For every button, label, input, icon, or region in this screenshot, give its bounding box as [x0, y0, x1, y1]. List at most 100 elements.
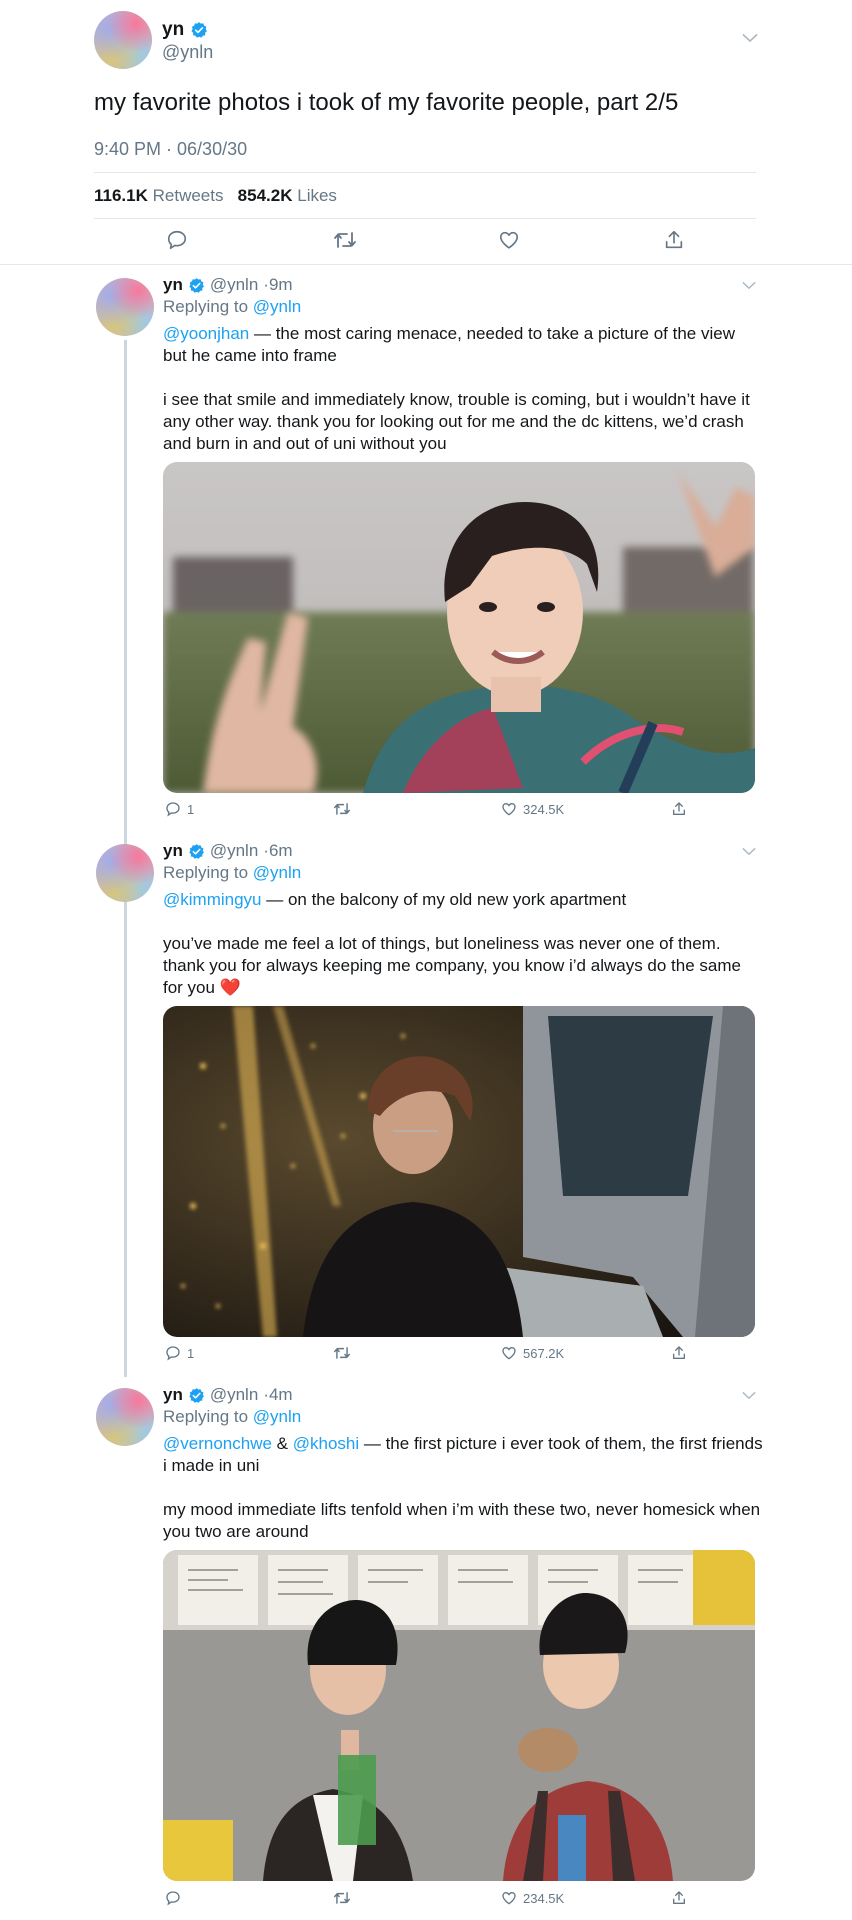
photo-balcony-night-city	[163, 1006, 755, 1337]
share-icon	[673, 1346, 685, 1359]
verified-badge-icon	[191, 22, 208, 38]
reply-action[interactable]	[165, 1890, 181, 1906]
relative-time[interactable]: ·6m	[263, 841, 292, 861]
replying-to: Replying to @ynln	[163, 863, 301, 883]
verified-badge-icon	[189, 843, 204, 859]
retweet-icon[interactable]	[333, 229, 357, 251]
like-count: 567.2K	[523, 1345, 565, 1361]
tweet-photo[interactable]	[163, 462, 755, 793]
reply-text-para2: you’ve made me feel a lot of things, but…	[163, 934, 741, 997]
chevron-down-icon[interactable]	[742, 281, 756, 290]
avatar[interactable]	[96, 1388, 154, 1446]
share-action[interactable]	[671, 1890, 687, 1906]
section-divider	[0, 264, 852, 265]
reply-text-para2: i see that smile and immediately know, t…	[163, 390, 750, 453]
handle[interactable]: @ynln	[210, 275, 258, 295]
display-name[interactable]: yn	[162, 19, 208, 41]
handle[interactable]: @ynln	[162, 42, 213, 63]
avatar[interactable]	[96, 278, 154, 336]
reply-text-line1: — the most caring menace, needed to take…	[163, 324, 735, 365]
mention-separator: &	[271, 1434, 293, 1453]
like-count: 234.5K	[523, 1890, 565, 1906]
reply-icon	[166, 802, 180, 817]
likes-count[interactable]: 854.2K	[238, 186, 293, 205]
reply-action[interactable]: 1	[165, 801, 194, 817]
retweet-icon	[333, 1892, 350, 1904]
relative-time[interactable]: ·4m	[263, 1385, 292, 1405]
chevron-down-icon[interactable]	[742, 1391, 756, 1400]
share-icon[interactable]	[663, 229, 685, 251]
verified-badge-icon	[189, 277, 204, 293]
heart-emoji: ❤️	[219, 978, 241, 997]
retweet-icon	[333, 1347, 350, 1359]
like-count: 324.5K	[523, 801, 565, 817]
retweet-icon	[333, 803, 350, 815]
relative-time[interactable]: ·9m	[263, 275, 292, 295]
mention-link[interactable]: @vernonchwe	[163, 1434, 272, 1453]
divider	[94, 172, 756, 173]
share-icon	[673, 802, 685, 815]
reply-text: @yoonjhan — the most caring menace, need…	[163, 323, 763, 455]
engagement-stats: 116.1K Retweets 854.2K Likes	[94, 186, 337, 206]
reply-header: yn @ynln ·9m	[163, 275, 293, 295]
reply-text: @kimmingyu — on the balcony of my old ne…	[163, 889, 763, 999]
display-name-text: yn	[162, 19, 185, 40]
photo-two-friends-cafe	[163, 1550, 755, 1881]
share-action[interactable]	[671, 801, 687, 817]
reply-icon[interactable]	[166, 229, 188, 251]
tweet-photo[interactable]	[163, 1006, 755, 1337]
handle[interactable]: @ynln	[210, 841, 258, 861]
reply-actions: 1 567.2K	[163, 1345, 763, 1369]
heart-icon	[502, 1891, 516, 1905]
reply-text-line1: — on the balcony of my old new york apar…	[261, 890, 627, 909]
display-name[interactable]: yn	[163, 841, 183, 861]
reply-actions: 234.5K	[163, 1890, 763, 1914]
retweets-count[interactable]: 116.1K	[94, 186, 148, 205]
heart-icon	[502, 802, 516, 816]
likes-label[interactable]: Likes	[297, 186, 337, 205]
tweet-photo[interactable]	[163, 1550, 755, 1881]
reply-count: 1	[187, 1345, 195, 1361]
replying-to-link[interactable]: @ynln	[253, 297, 301, 316]
chevron-down-icon[interactable]	[742, 33, 758, 43]
like-action[interactable]: 567.2K	[501, 1345, 564, 1361]
photo-portrait-peace-sign	[163, 462, 755, 793]
reply-header: yn @ynln ·6m	[163, 841, 293, 861]
mention-link[interactable]: @kimmingyu	[163, 890, 262, 909]
like-action[interactable]: 234.5K	[501, 1890, 564, 1906]
like-action[interactable]: 324.5K	[501, 801, 564, 817]
reply-text: @vernonchwe & @khoshi — the first pictur…	[163, 1433, 763, 1543]
heart-icon[interactable]	[498, 229, 520, 251]
replying-to: Replying to @ynln	[163, 297, 301, 317]
heart-icon	[502, 1346, 516, 1360]
replying-to-prefix: Replying to	[163, 297, 249, 316]
reply-icon	[166, 1891, 180, 1906]
retweet-action[interactable]	[333, 1345, 351, 1361]
replying-to-link[interactable]: @ynln	[253, 863, 301, 882]
timestamp[interactable]: 9:40 PM · 06/30/30	[94, 139, 247, 160]
verified-badge-icon	[189, 1387, 204, 1403]
tweet-text: my favorite photos i took of my favorite…	[94, 89, 679, 116]
divider	[94, 218, 756, 219]
replying-to-prefix: Replying to	[163, 863, 249, 882]
reply-count: 1	[187, 801, 195, 817]
mention-link[interactable]: @khoshi	[293, 1434, 359, 1453]
retweet-action[interactable]	[333, 801, 351, 817]
display-name[interactable]: yn	[163, 1385, 183, 1405]
retweets-label[interactable]: Retweets	[153, 186, 224, 205]
avatar[interactable]	[94, 11, 152, 69]
replying-to-link[interactable]: @ynln	[253, 1407, 301, 1426]
chevron-down-icon[interactable]	[742, 847, 756, 856]
replying-to-prefix: Replying to	[163, 1407, 249, 1426]
replying-to: Replying to @ynln	[163, 1407, 301, 1427]
reply-text-para2: my mood immediate lifts tenfold when i’m…	[163, 1500, 761, 1541]
share-action[interactable]	[671, 1345, 687, 1361]
share-icon	[673, 1891, 685, 1904]
reply-icon	[166, 1346, 180, 1361]
mention-link[interactable]: @yoonjhan	[163, 324, 249, 343]
display-name[interactable]: yn	[163, 275, 183, 295]
handle[interactable]: @ynln	[210, 1385, 258, 1405]
avatar[interactable]	[96, 844, 154, 902]
retweet-action[interactable]	[333, 1890, 351, 1906]
reply-action[interactable]: 1	[165, 1345, 194, 1361]
